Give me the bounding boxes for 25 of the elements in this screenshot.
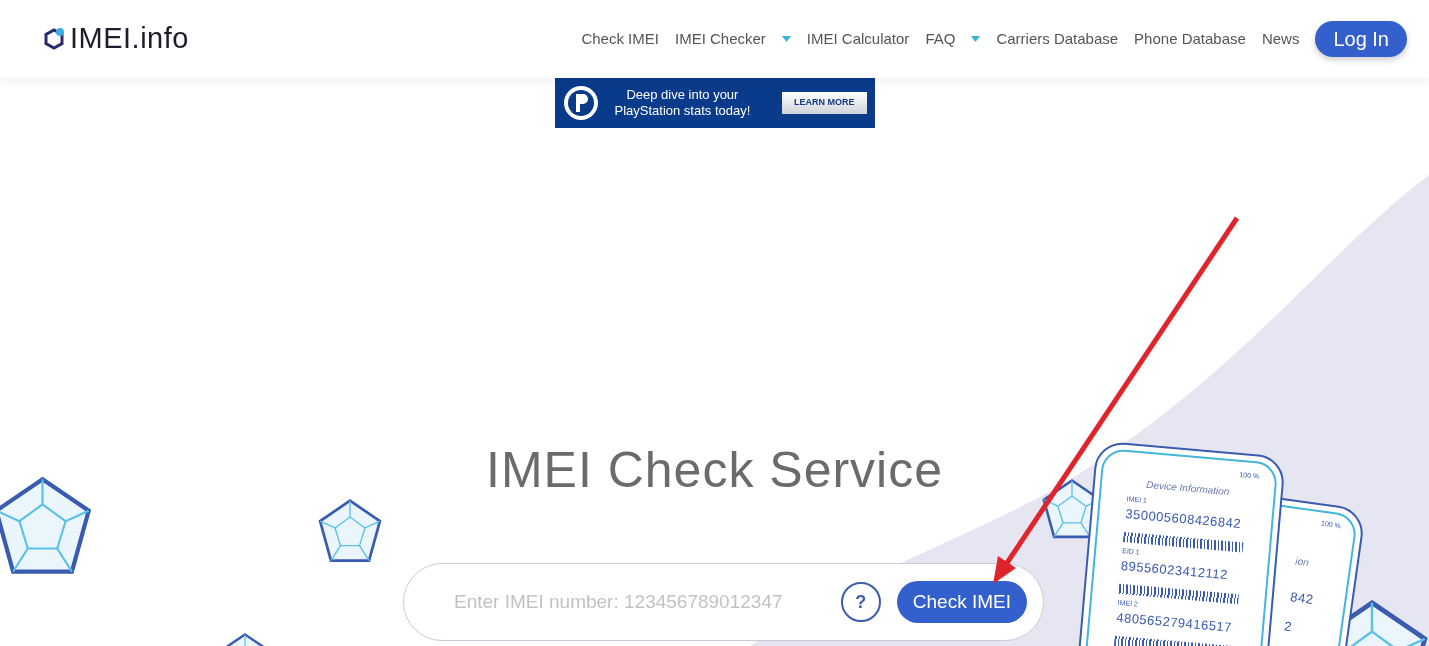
- learn-more-button[interactable]: LEARN MORE: [782, 92, 867, 114]
- nav-link[interactable]: IMEI Checker: [666, 27, 799, 51]
- nav-link[interactable]: Carriers Database: [988, 27, 1127, 51]
- page-title: IMEI Check Service: [486, 441, 943, 500]
- screen-text: 2: [1282, 617, 1294, 637]
- nav-link[interactable]: Phone Database: [1126, 27, 1254, 51]
- playstation-logo-icon: [562, 85, 599, 121]
- screen-heading: Device Information: [1145, 477, 1231, 498]
- imei-number: 350005608426842: [1124, 505, 1242, 534]
- screen-text: ion: [1294, 554, 1310, 571]
- login-button[interactable]: Log In: [1315, 21, 1407, 57]
- nav-link[interactable]: News: [1253, 27, 1308, 51]
- logo-text[interactable]: IMEI.info: [70, 17, 189, 61]
- nav-link[interactable]: FAQ: [917, 27, 989, 51]
- ad-headline: Deep dive into your PlayStation stats today!: [614, 87, 751, 119]
- nav-link[interactable]: Check IMEI: [573, 27, 667, 51]
- check-imei-button[interactable]: Check IMEI: [896, 580, 1027, 624]
- logo-icon: [42, 27, 66, 51]
- imei-number: 89556023412112: [1120, 556, 1229, 585]
- ad-banner[interactable]: Deep dive into your PlayStation stats today! LEARN MORE: [554, 78, 875, 128]
- screen-text: 842: [1289, 588, 1315, 610]
- help-button[interactable]: ?: [840, 582, 881, 622]
- nav-link[interactable]: IMEI Calculator: [798, 27, 918, 51]
- imei-input-field[interactable]: Enter IMEI number: 123456789012347: [452, 586, 822, 618]
- imei-number: 480565279416517: [1115, 608, 1233, 637]
